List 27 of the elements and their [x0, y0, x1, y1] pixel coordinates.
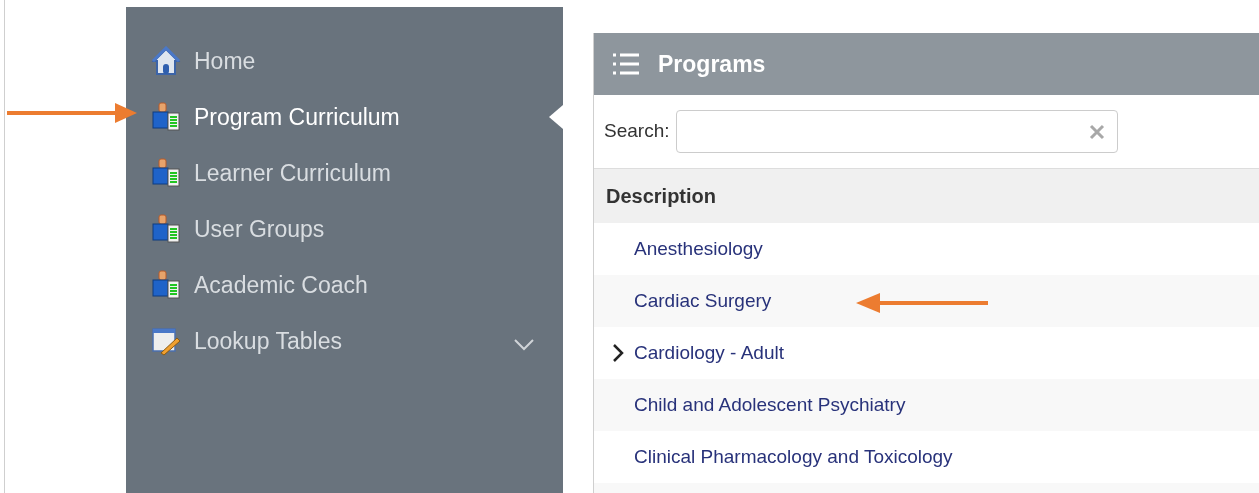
- person-document-icon: [151, 102, 181, 132]
- table-cell[interactable]: Anesthesiology: [634, 234, 763, 264]
- search-label: Search:: [604, 119, 670, 144]
- table-row[interactable]: Child and Adolescent Psychiatry: [594, 379, 1259, 432]
- table-cell[interactable]: Clinical Pharmacology and Toxicology: [634, 442, 953, 472]
- table-cell[interactable]: Child and Adolescent Psychiatry: [634, 390, 906, 420]
- sidebar-item[interactable]: User Groups: [151, 211, 535, 247]
- person-document-icon: [151, 158, 181, 188]
- panel-title: Programs: [658, 49, 766, 79]
- sidebar-item[interactable]: Academic Coach: [151, 267, 535, 303]
- table-row[interactable]: Cardiac Surgery: [594, 275, 1259, 328]
- list-icon: [612, 51, 640, 76]
- person-document-icon: [151, 270, 181, 300]
- selection-pointer-icon: [549, 105, 563, 129]
- sidebar-item[interactable]: Lookup Tables: [151, 323, 535, 359]
- table-cell[interactable]: Cardiac Surgery: [634, 286, 772, 316]
- person-document-icon: [151, 214, 181, 244]
- clear-icon[interactable]: [1089, 123, 1106, 140]
- column-header[interactable]: Description: [606, 181, 717, 212]
- sidebar-item[interactable]: Program Curriculum: [151, 99, 535, 135]
- table-cell[interactable]: Cardiology - Adult: [634, 338, 784, 368]
- house-icon: [151, 46, 181, 76]
- edit-window-icon: [151, 326, 181, 356]
- sidebar-item[interactable]: Learner Curriculum: [151, 155, 535, 191]
- chevron-icon[interactable]: [612, 343, 624, 364]
- sidebar-item[interactable]: Home: [151, 43, 535, 79]
- search-field[interactable]: [676, 110, 1119, 153]
